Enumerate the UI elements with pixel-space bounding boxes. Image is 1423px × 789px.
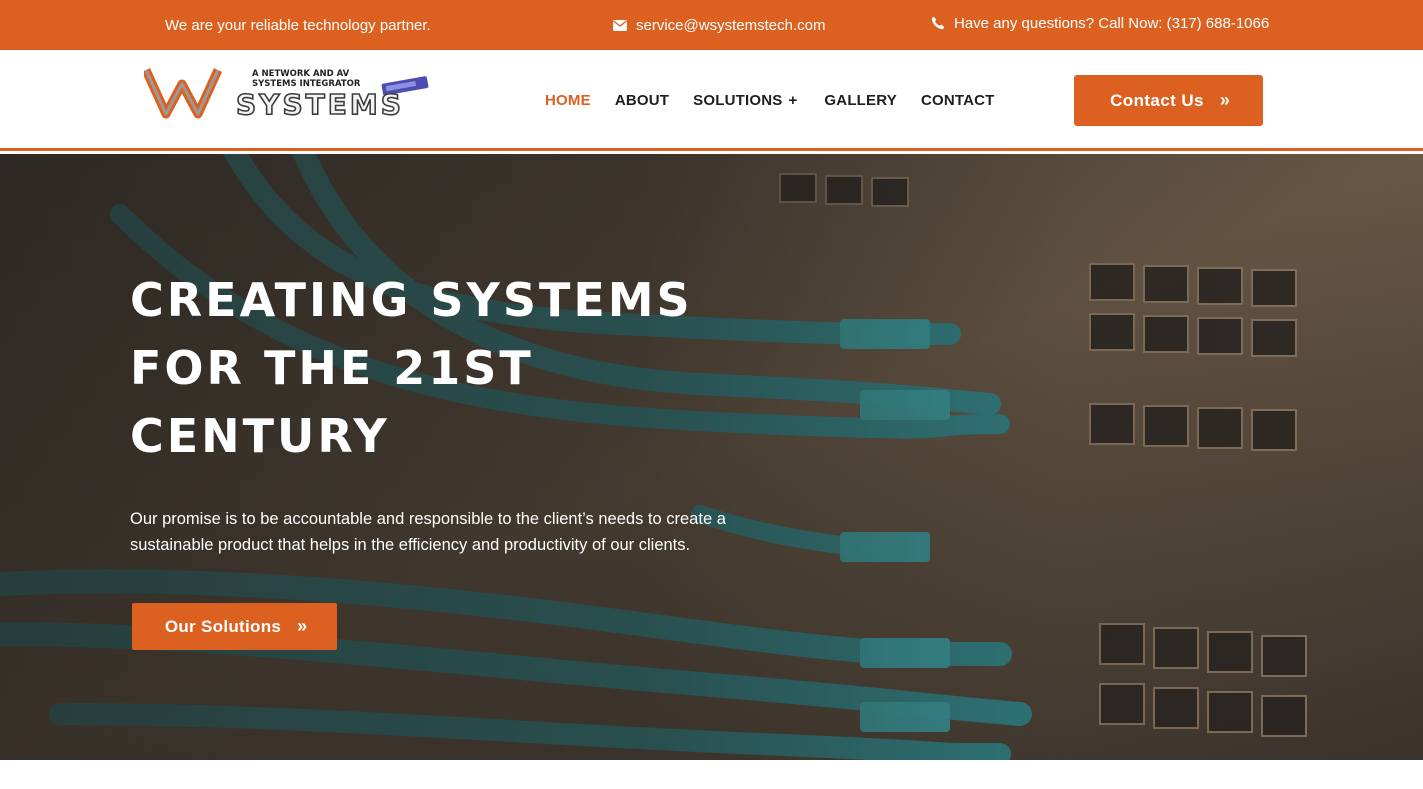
site-header: A NETWORK AND AV SYSTEMS INTEGRATOR SYST… xyxy=(0,50,1423,151)
hero-description: Our promise is to be accountable and res… xyxy=(130,510,726,554)
logo-tagline-line1: A NETWORK AND AV xyxy=(252,69,350,79)
nav-item-home[interactable]: HOME xyxy=(545,92,591,109)
plus-icon[interactable]: + xyxy=(788,92,797,109)
phone-icon xyxy=(930,16,945,31)
topbar-phone-text: Have any questions? Call Now: (317) 688-… xyxy=(954,14,1270,32)
topbar-phone-link[interactable]: Have any questions? Call Now: (317) 688-… xyxy=(930,0,1269,48)
hero-title-line-1: CREATING SYSTEMS xyxy=(130,273,693,327)
nav-item-contact[interactable]: CONTACT xyxy=(921,92,995,109)
double-chevron-right-icon: » xyxy=(1219,90,1230,110)
top-bar: We are your reliable technology partner.… xyxy=(0,0,1423,50)
double-chevron-right-icon: » xyxy=(297,616,307,636)
contact-us-button[interactable]: Contact Us » xyxy=(1074,75,1263,126)
topbar-tagline-text: We are your reliable technology partner. xyxy=(165,16,431,34)
contact-us-label: Contact Us xyxy=(1110,90,1204,110)
our-solutions-label: Our Solutions xyxy=(164,616,282,636)
nav-item-about[interactable]: ABOUT xyxy=(615,92,669,109)
hero-section: CREATING SYSTEMS FOR THE 21ST CENTURY Ou… xyxy=(0,154,1423,760)
topbar-email-link[interactable]: service@wsystemstech.com xyxy=(612,0,825,50)
topbar-tagline: We are your reliable technology partner. xyxy=(165,0,431,50)
our-solutions-button[interactable]: Our Solutions » xyxy=(132,603,337,650)
hero-title-line-3: CENTURY xyxy=(130,409,390,463)
nav-gallery-label: GALLERY xyxy=(824,91,897,109)
site-logo[interactable]: A NETWORK AND AV SYSTEMS INTEGRATOR SYST… xyxy=(141,66,444,122)
logo-wordmark: SYSTEMS xyxy=(236,88,404,120)
hero-title: CREATING SYSTEMS FOR THE 21ST CENTURY xyxy=(130,266,770,470)
nav-home-label: HOME xyxy=(545,91,591,109)
nav-item-solutions[interactable]: SOLUTIONS + xyxy=(693,92,797,109)
envelope-icon xyxy=(612,18,627,33)
nav-about-label: ABOUT xyxy=(614,91,670,109)
hero-title-line-2: FOR THE 21ST xyxy=(130,341,534,395)
nav-contact-label: CONTACT xyxy=(920,91,995,109)
topbar-email-text: service@wsystemstech.com xyxy=(636,16,826,34)
nav-item-gallery[interactable]: GALLERY xyxy=(824,92,897,109)
nav-solutions-label: SOLUTIONS xyxy=(693,91,783,109)
main-nav: HOME ABOUT SOLUTIONS + GALLERY CONTACT xyxy=(545,50,995,150)
